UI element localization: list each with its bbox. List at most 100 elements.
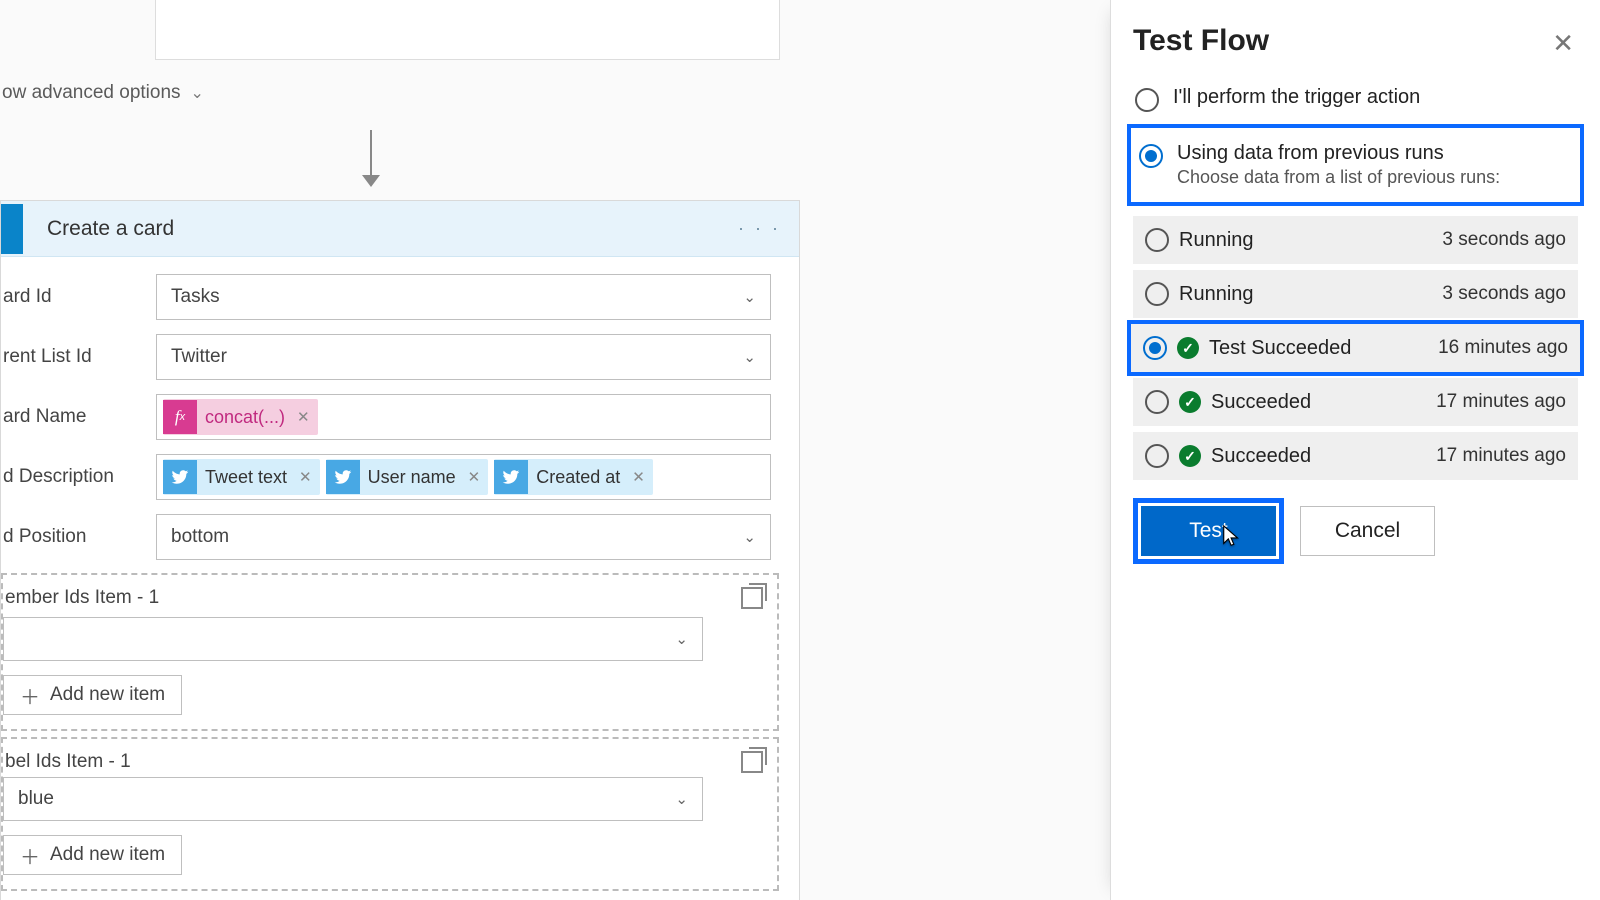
chevron-down-icon: ⌄ [743,528,756,546]
run-timestamp: 17 minutes ago [1436,445,1566,467]
action-menu-button[interactable]: · · · [738,218,781,239]
test-button-label: Test [1189,519,1228,543]
card-description-input[interactable]: Tweet text ✕ User name ✕ C [156,454,771,500]
dynamic-token-created-at[interactable]: Created at ✕ [494,459,653,495]
chevron-down-icon: ⌄ [675,630,688,648]
run-status: Succeeded [1211,445,1426,468]
action-form: ard Id Tasks ⌄ rent List Id Twitter ⌄ ar… [1,257,799,900]
success-check-icon: ✓ [1179,445,1201,467]
plus-icon: ＋ [20,841,40,870]
run-item[interactable]: ✓Test Succeeded16 minutes ago [1131,324,1580,372]
fx-icon: fx [163,400,197,434]
chevron-down-icon: ⌄ [191,83,204,103]
add-label-item-button[interactable]: ＋ Add new item [3,835,182,875]
add-member-item-button[interactable]: ＋ Add new item [3,675,182,715]
radio-icon [1145,282,1169,306]
token-text: Created at [536,467,620,488]
radio-icon [1143,336,1167,360]
run-item[interactable]: ✓ Succeeded 17 minutes ago [1133,432,1578,480]
label-ids-label: bel Ids Item - 1 [5,751,131,773]
chevron-down-icon: ⌄ [743,288,756,306]
success-check-icon: ✓ [1179,391,1201,413]
chevron-down-icon: ⌄ [675,790,688,808]
member-ids-label: ember Ids Item - 1 [5,587,159,609]
add-item-label: Add new item [50,844,165,866]
cancel-button-label: Cancel [1335,519,1400,543]
field-label-parent-list-id: rent List Id [1,346,156,368]
run-status: Running [1179,283,1432,306]
previous-action-card[interactable] [155,0,780,60]
field-label-card-description: d Description [1,466,156,488]
run-status: Running [1179,229,1432,252]
token-remove-icon[interactable]: ✕ [628,468,645,486]
run-timestamp: 3 seconds ago [1442,283,1566,305]
run-item[interactable]: Running 3 seconds ago [1133,216,1578,264]
add-item-label: Add new item [50,684,165,706]
copy-section-icon[interactable] [741,751,763,773]
copy-section-icon[interactable] [741,587,763,609]
token-remove-icon[interactable]: ✕ [464,468,481,486]
highlight-annotation: ✓Test Succeeded16 minutes ago [1127,320,1584,376]
token-remove-icon[interactable]: ✕ [295,468,312,486]
member-ids-section: ember Ids Item - 1 ⌄ ＋ Add new item [1,573,779,731]
run-item[interactable]: Running 3 seconds ago [1133,270,1578,318]
radio-icon [1139,144,1163,168]
field-label-card-position: d Position [1,526,156,548]
run-timestamp: 17 minutes ago [1436,391,1566,413]
board-id-value: Tasks [171,286,220,308]
radio-icon [1145,390,1169,414]
flow-canvas: ow advanced options ⌄ Create a card · · … [0,0,1110,900]
create-card-action: Create a card · · · ard Id Tasks ⌄ rent … [0,200,800,900]
trello-connector-icon [1,204,23,254]
label-ids-section: bel Ids Item - 1 blue ⌄ ＋ Add new item [1,737,779,891]
card-name-input[interactable]: fx concat(...) ✕ [156,394,771,440]
show-advanced-options-link[interactable]: ow advanced options ⌄ [0,82,204,104]
cancel-button[interactable]: Cancel [1300,506,1435,556]
option-previous-label: Using data from previous runs [1177,142,1500,165]
run-timestamp: 3 seconds ago [1442,229,1566,251]
option-manual-trigger[interactable]: I'll perform the trigger action [1133,80,1578,118]
test-button[interactable]: Test [1141,506,1276,556]
pane-title: Test Flow [1133,24,1578,58]
token-text: Tweet text [205,467,287,488]
flow-connector-arrow [370,130,372,185]
run-timestamp: 16 minutes ago [1438,337,1568,359]
member-ids-select[interactable]: ⌄ [3,617,703,661]
expression-token-concat[interactable]: fx concat(...) ✕ [163,399,318,435]
dynamic-token-user-name[interactable]: User name ✕ [326,459,489,495]
close-pane-button[interactable]: ✕ [1552,28,1574,59]
card-position-value: bottom [171,526,229,548]
highlight-annotation: Using data from previous runs Choose dat… [1127,124,1584,206]
radio-icon [1145,228,1169,252]
previous-runs-list: Running 3 seconds ago Running 3 seconds ago… [1133,216,1578,480]
test-flow-pane: Test Flow ✕ I'll perform the trigger act… [1110,0,1600,900]
token-text: concat(...) [205,407,285,428]
run-status: Succeeded [1211,391,1426,414]
option-previous-runs[interactable]: Using data from previous runs Choose dat… [1137,136,1574,194]
option-previous-sub: Choose data from a list of previous runs… [1177,167,1500,188]
twitter-icon [326,460,360,494]
field-label-board-id: ard Id [1,286,156,308]
run-item[interactable]: ✓ Succeeded 17 minutes ago [1133,378,1578,426]
token-remove-icon[interactable]: ✕ [293,408,310,426]
advanced-options-label: ow advanced options [2,82,181,104]
field-label-card-name: ard Name [1,406,156,428]
parent-list-id-value: Twitter [171,346,227,368]
highlight-annotation: Test [1133,498,1284,564]
chevron-down-icon: ⌄ [743,348,756,366]
parent-list-id-select[interactable]: Twitter ⌄ [156,334,771,380]
token-text: User name [368,467,456,488]
success-check-icon: ✓ [1177,337,1199,359]
label-ids-value: blue [18,788,54,810]
twitter-icon [494,460,528,494]
board-id-select[interactable]: Tasks ⌄ [156,274,771,320]
action-title: Create a card [47,217,738,241]
option-manual-label: I'll perform the trigger action [1173,86,1420,109]
twitter-icon [163,460,197,494]
dynamic-token-tweet-text[interactable]: Tweet text ✕ [163,459,320,495]
action-header[interactable]: Create a card · · · [1,201,799,257]
radio-icon [1145,444,1169,468]
plus-icon: ＋ [20,681,40,710]
label-ids-select[interactable]: blue ⌄ [3,777,703,821]
card-position-select[interactable]: bottom ⌄ [156,514,771,560]
